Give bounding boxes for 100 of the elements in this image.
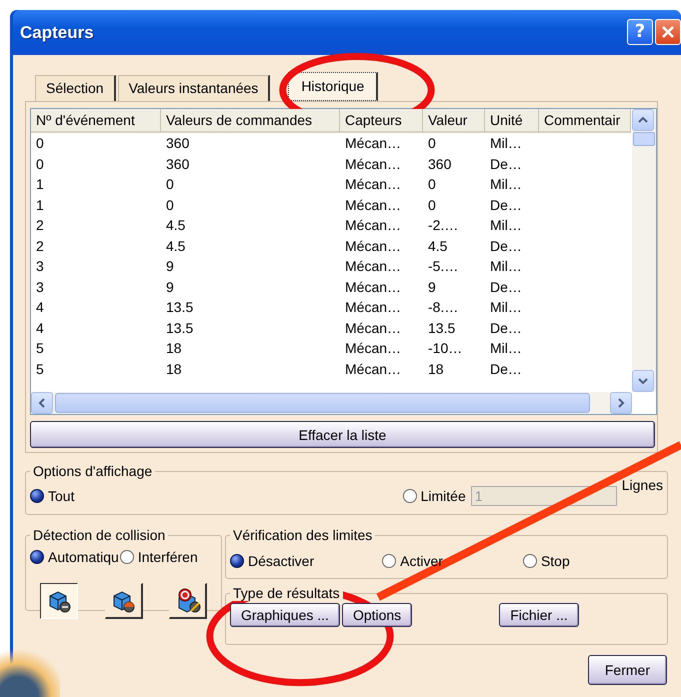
table-cell-text: 4.5 — [165, 217, 186, 234]
table-cell-text: 5 — [35, 340, 45, 356]
table-cell-text: -5.… — [427, 258, 460, 274]
table-cell-text: Mécan… — [344, 196, 402, 213]
group-title: Type de résultats — [230, 585, 343, 601]
table-cell-text: 0 — [427, 196, 437, 213]
table-cell-text: 1 — [35, 176, 45, 192]
table-cell-text: 0 — [35, 135, 45, 152]
table-cell-text: 4.5 — [427, 238, 448, 254]
table-cell-text: Mécan… — [344, 299, 402, 316]
table-cell-text: 0 — [165, 176, 175, 192]
table-cell-text: Mécan… — [344, 238, 402, 254]
table-cell-text: De… — [489, 360, 523, 377]
table-cell-text: -10… — [427, 340, 464, 356]
table-cell-text: De… — [489, 278, 523, 295]
button[interactable]: Fichier ... — [499, 603, 579, 627]
button[interactable]: Graphiques ... — [230, 603, 340, 627]
table-cell-text: Mécan… — [344, 217, 402, 234]
vertical-scrollbar[interactable] — [632, 109, 656, 392]
column-header[interactable]: Commentair — [539, 109, 631, 133]
radio-button[interactable] — [402, 488, 417, 502]
table-cell-text: 9 — [165, 278, 175, 295]
radio-button[interactable] — [230, 554, 244, 568]
table-cell-text: 0 — [165, 196, 175, 213]
table-cell-text: Mécan… — [344, 340, 402, 356]
table-cell-text: De… — [489, 238, 523, 254]
table-cell-text: 13.5 — [165, 299, 194, 316]
scroll-up-button[interactable] — [632, 109, 654, 131]
table-cell-text: 18 — [427, 360, 445, 377]
table-cell-text: Mil… — [489, 299, 523, 316]
table-cell-text: -2.… — [427, 217, 460, 234]
table-cell-text: 5 — [35, 360, 45, 377]
table-cell-text: 18 — [165, 340, 183, 356]
table-cell-text: 3 — [35, 278, 45, 295]
column-header[interactable]: Valeur — [423, 109, 485, 133]
unit-label: Lignes — [622, 477, 663, 493]
table-cell-text: De… — [489, 196, 523, 213]
radio-label[interactable]: Tout — [48, 488, 74, 504]
tool-button[interactable] — [40, 583, 78, 619]
table-cell-text: 0 — [35, 156, 45, 172]
table-cell-text: 2 — [35, 238, 45, 254]
column-header[interactable]: Unité — [485, 109, 539, 133]
clear-list-button[interactable]: Effacer la liste — [30, 421, 655, 448]
table-cell-text: 2 — [35, 217, 45, 234]
table-cell-text: 360 — [165, 156, 190, 172]
radio-label[interactable]: Désactiver — [248, 553, 314, 569]
table-cell-text: 4 — [35, 320, 45, 336]
table-cell-text: 9 — [427, 278, 437, 295]
scroll-down-button[interactable] — [632, 370, 654, 392]
radio-button[interactable] — [120, 550, 134, 564]
table-cell-text: 0 — [427, 176, 437, 192]
scroll-right-button[interactable] — [610, 392, 632, 414]
table-cell-text: Mécan… — [344, 135, 402, 152]
button[interactable]: Options — [342, 603, 412, 627]
table-cell-text: Mécan… — [344, 176, 402, 192]
column-header[interactable]: Valeurs de commandes — [161, 109, 340, 133]
scroll-left-button[interactable] — [31, 392, 53, 414]
table-cell-text: Mécan… — [344, 360, 402, 377]
scroll-thumb[interactable] — [55, 393, 590, 413]
table-cell-text: Mil… — [489, 258, 523, 274]
table-cell-text: 3 — [35, 258, 45, 274]
table-cell-text: Mécan… — [344, 320, 402, 336]
table-cell-text: Mil… — [489, 176, 523, 192]
table-cell-text: De… — [489, 320, 523, 336]
table-cell-text: Mécan… — [344, 278, 402, 295]
radio-label[interactable]: Stop — [540, 553, 570, 569]
close-icon — [661, 24, 675, 38]
radio-button[interactable] — [30, 550, 44, 564]
table-cell-text: 13.5 — [165, 320, 194, 336]
radio-label[interactable]: Activer — [400, 553, 443, 569]
radio-label[interactable]: Interféren — [138, 549, 198, 565]
table-cell-text: 360 — [427, 156, 452, 172]
radio-button[interactable] — [522, 554, 537, 568]
tab[interactable]: Sélection — [35, 75, 116, 101]
scroll-thumb[interactable] — [633, 132, 655, 146]
radio-button[interactable] — [30, 488, 44, 502]
window-title: Capteurs — [20, 22, 94, 42]
table-cell-text: 1 — [35, 196, 45, 213]
table-cell-text: Mil… — [489, 340, 523, 356]
table-cell-text: 18 — [165, 360, 183, 377]
table-cell-text: Mécan… — [344, 258, 402, 274]
table-cell-text: 4.5 — [165, 238, 186, 254]
radio-label[interactable]: Limitée — [420, 488, 466, 504]
table-cell-text: -8.… — [427, 299, 460, 316]
column-header[interactable]: Nº d'événement — [31, 109, 161, 133]
help-button[interactable]: ? — [627, 18, 653, 44]
table-cell-text: Mécan… — [344, 156, 402, 172]
close-button[interactable] — [655, 18, 681, 44]
column-header[interactable]: Capteurs — [340, 109, 423, 133]
tab[interactable]: Historique — [288, 72, 378, 101]
tab[interactable]: Valeurs instantanées — [118, 75, 270, 101]
table-cell-text: 4 — [35, 299, 45, 316]
horizontal-scrollbar[interactable] — [31, 392, 632, 414]
table-cell-text: 360 — [165, 135, 190, 152]
table-cell-text: 9 — [165, 258, 175, 274]
table-cell-text: Mil… — [489, 135, 523, 152]
table-cell-text: 0 — [427, 135, 437, 152]
close-dialog-button[interactable]: Fermer — [588, 655, 667, 685]
radio-button[interactable] — [382, 554, 396, 568]
radio-label[interactable]: Automatiqu — [48, 549, 119, 565]
